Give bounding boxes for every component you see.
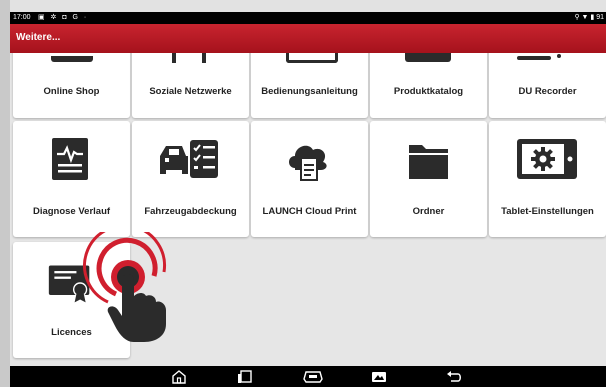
tile-diagnose-verlauf[interactable]: Diagnose Verlauf <box>13 121 130 237</box>
cloud-print-icon <box>289 145 327 181</box>
status-bar: 17:00 ▣ ✲ ◘ G · ⚲ ▼ ▮ 91 <box>10 12 606 24</box>
manual-icon <box>286 53 338 63</box>
recent-apps-icon[interactable] <box>237 369 253 384</box>
screen: 17:00 ▣ ✲ ◘ G · ⚲ ▼ ▮ 91 Weitere... Onli… <box>0 0 606 387</box>
tile-bedienungsanleitung[interactable]: Bedienungsanleitung <box>251 53 368 118</box>
screenshot-icon[interactable] <box>371 369 387 384</box>
tile-launch-cloud-print[interactable]: LAUNCH Cloud Print <box>251 121 368 237</box>
status-system-icons: ⚲ ▼ ▮ 91 <box>574 14 604 21</box>
page-title: Weitere... <box>16 32 61 43</box>
tile-fahrzeugabdeckung[interactable]: Fahrzeugabdeckung <box>132 121 249 237</box>
home-icon[interactable] <box>171 369 187 384</box>
back-icon[interactable] <box>446 369 462 384</box>
app-grid: Online Shop Soziale Netzwerke Bedienungs… <box>10 53 606 366</box>
recorder-icon <box>517 56 551 60</box>
tile-label: Produktkatalog <box>393 86 464 97</box>
tile-ordner[interactable]: Ordner <box>370 121 487 237</box>
diagnosis-history-icon <box>52 138 88 180</box>
tile-label: Diagnose Verlauf <box>32 206 111 217</box>
social-icon <box>172 53 176 63</box>
status-time: 17:00 <box>13 14 31 21</box>
tile-label: Soziale Netzwerke <box>149 86 232 97</box>
tile-label: Tablet-Einstellungen <box>501 206 594 217</box>
shop-icon <box>51 56 93 62</box>
tile-label: Ordner <box>412 206 445 217</box>
tile-label: Bedienungsanleitung <box>261 86 358 97</box>
tablet-settings-icon <box>517 139 577 179</box>
folder-icon <box>409 145 448 179</box>
android-nav-bar <box>10 366 606 387</box>
tile-online-shop[interactable]: Online Shop <box>13 53 130 118</box>
tile-produktkatalog[interactable]: Produktkatalog <box>370 53 487 118</box>
status-notification-icons: ▣ ✲ ◘ G · <box>38 14 89 21</box>
tile-soziale-netzwerke[interactable]: Soziale Netzwerke <box>132 53 249 118</box>
title-bar: Weitere... <box>10 24 606 53</box>
vci-icon[interactable] <box>303 369 323 384</box>
device-bezel <box>0 0 10 387</box>
tile-label: DU Recorder <box>518 86 577 97</box>
vehicle-coverage-icon <box>160 140 218 178</box>
tile-label: Fahrzeugabdeckung <box>144 206 237 217</box>
tile-label: Online Shop <box>43 86 100 97</box>
tile-label: LAUNCH Cloud Print <box>262 206 357 217</box>
tile-du-recorder[interactable]: DU Recorder <box>489 53 606 118</box>
tap-gesture-icon <box>83 232 167 342</box>
catalog-icon <box>405 53 451 62</box>
tile-tablet-einstellungen[interactable]: Tablet-Einstellungen <box>489 121 606 237</box>
